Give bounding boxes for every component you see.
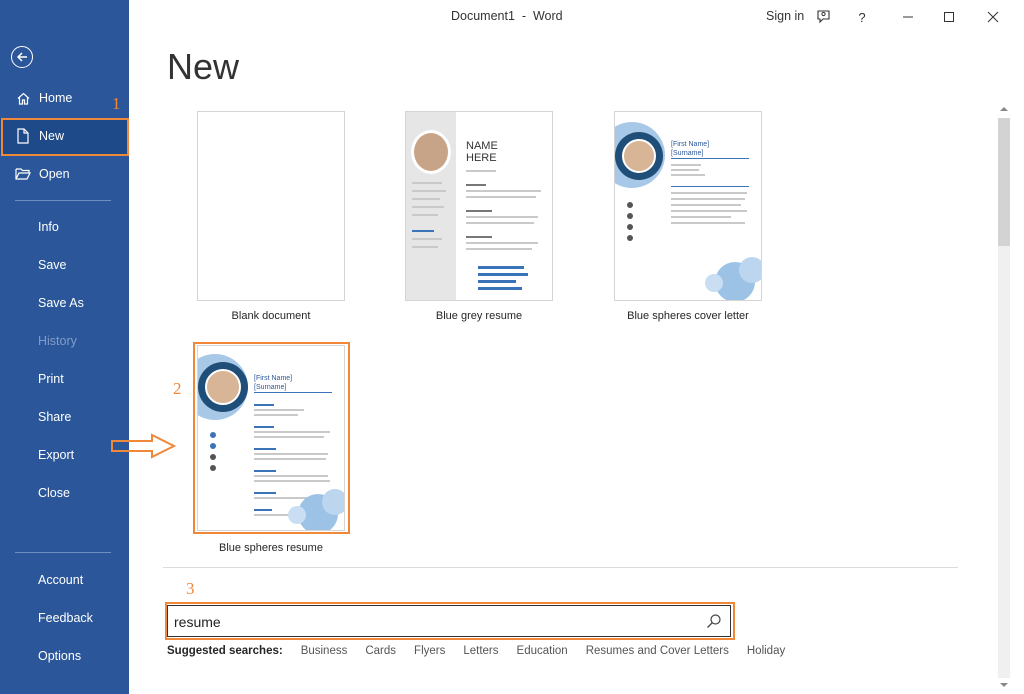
annotation-box-template (193, 342, 350, 534)
sidebar-item-print[interactable]: Print (0, 361, 129, 397)
window-title: Document1 - Word (451, 9, 563, 23)
home-icon (15, 90, 31, 106)
sidebar-item-label: Share (38, 410, 72, 424)
scroll-down-icon[interactable] (999, 680, 1009, 690)
suggested-search-education[interactable]: Education (517, 645, 568, 657)
scrollbar-thumb[interactable] (998, 118, 1010, 246)
page-title: New (167, 46, 240, 87)
sidebar-item-label: Options (38, 649, 82, 663)
sidebar-item-info[interactable]: Info (0, 209, 129, 245)
suggested-search-cards[interactable]: Cards (365, 645, 396, 657)
sign-in-link[interactable]: Sign in (766, 9, 804, 23)
title-bar: Document1 - Word Sign in ? (129, 0, 1024, 34)
sidebar-divider (15, 552, 111, 553)
sidebar-item-label: Print (38, 372, 64, 386)
feedback-person-icon[interactable] (815, 8, 833, 26)
annotation-arrow-icon (111, 433, 176, 459)
annotation-number-1: 1 (112, 94, 121, 113)
sidebar-item-save-as[interactable]: Save As (0, 285, 129, 321)
annotation-box-search (165, 602, 735, 640)
annotation-number-3: 3 (186, 579, 195, 598)
sidebar-item-label: Home (39, 91, 73, 105)
help-icon[interactable]: ? (853, 8, 871, 26)
sidebar-item-share[interactable]: Share (0, 399, 129, 435)
template-caption: Blue spheres cover letter (627, 310, 749, 322)
sidebar-item-label: Account (38, 573, 84, 587)
vertical-scrollbar[interactable] (995, 100, 1013, 694)
sidebar-item-home[interactable]: Home (0, 80, 129, 116)
template-thumbnail: [First Name] [Surname] (614, 111, 762, 301)
suggested-search-resumes-cover-letters[interactable]: Resumes and Cover Letters (586, 645, 729, 657)
close-icon[interactable] (984, 8, 1002, 26)
suggested-searches-label: Suggested searches: (167, 645, 283, 657)
open-folder-icon (15, 166, 31, 182)
sidebar-item-label: Feedback (38, 611, 93, 625)
suggested-search-flyers[interactable]: Flyers (414, 645, 445, 657)
sidebar-item-label: Save As (38, 296, 84, 310)
sidebar-item-history: History (0, 323, 129, 359)
scroll-up-icon[interactable] (999, 104, 1009, 114)
suggested-search-holiday[interactable]: Holiday (747, 645, 785, 657)
resume-name-line1: NAME (466, 140, 498, 152)
sidebar-item-label: Close (38, 486, 70, 500)
cover-letter-first-name: [First Name] (671, 141, 710, 148)
sidebar-item-label: Info (38, 220, 59, 234)
sidebar-item-label: Open (39, 167, 70, 181)
template-caption: Blue spheres resume (219, 542, 323, 554)
template-thumbnail (197, 111, 345, 301)
template-blank-document[interactable]: Blank document (197, 111, 345, 331)
sidebar-item-options[interactable]: Options (0, 638, 129, 674)
backstage-sidebar: Home New Open Info Save Save As History … (0, 0, 129, 694)
sidebar-item-open[interactable]: Open (0, 156, 129, 192)
sidebar-item-label: Save (38, 258, 67, 272)
resume-name-line2: HERE (466, 152, 497, 164)
cover-letter-surname: [Surname] (671, 150, 704, 157)
sidebar-item-label: History (38, 334, 77, 348)
template-blue-spheres-cover-letter[interactable]: [First Name] [Surname] Blue spheres cove… (614, 111, 762, 331)
sidebar-item-account[interactable]: Account (0, 562, 129, 598)
sidebar-item-label: Export (38, 448, 75, 462)
template-caption: Blue grey resume (435, 310, 523, 322)
back-arrow-icon[interactable] (11, 46, 33, 68)
minimize-icon[interactable] (899, 8, 917, 26)
template-thumbnail: NAME HERE (405, 111, 553, 301)
suggested-searches: Suggested searches: Business Cards Flyer… (167, 645, 803, 657)
sidebar-divider (15, 200, 111, 201)
template-blue-grey-resume[interactable]: NAME HERE Blue grey resume (405, 111, 553, 331)
sidebar-item-save[interactable]: Save (0, 247, 129, 283)
suggested-search-business[interactable]: Business (301, 645, 348, 657)
sidebar-item-feedback[interactable]: Feedback (0, 600, 129, 636)
section-divider (163, 567, 958, 568)
annotation-number-2: 2 (173, 379, 182, 398)
cover-letter-photo (622, 139, 656, 173)
template-caption: Blank document (231, 310, 311, 322)
resume-photo (411, 130, 451, 174)
maximize-icon[interactable] (940, 8, 958, 26)
annotation-box-new (1, 118, 129, 156)
sidebar-item-close[interactable]: Close (0, 475, 129, 511)
suggested-search-letters[interactable]: Letters (463, 645, 498, 657)
